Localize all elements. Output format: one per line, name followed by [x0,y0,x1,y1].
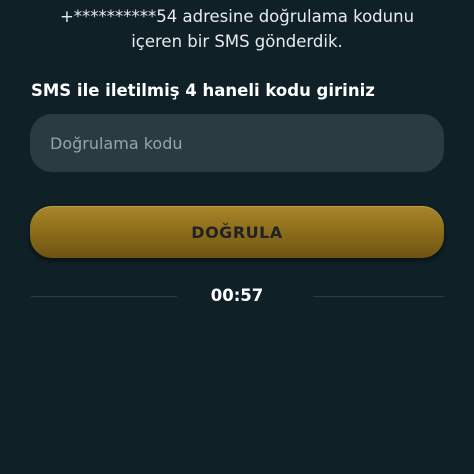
verification-screen: +**********54 adresine doğrulama kodunu … [0,0,474,474]
verify-button[interactable]: DOĞRULA [30,206,444,258]
sms-sent-info: +**********54 adresine doğrulama kodunu … [59,7,415,51]
code-field-label: SMS ile iletilmiş 4 haneli kodu giriniz [31,81,375,100]
timer-divider-right [313,296,444,297]
verification-code-input[interactable] [30,114,444,172]
